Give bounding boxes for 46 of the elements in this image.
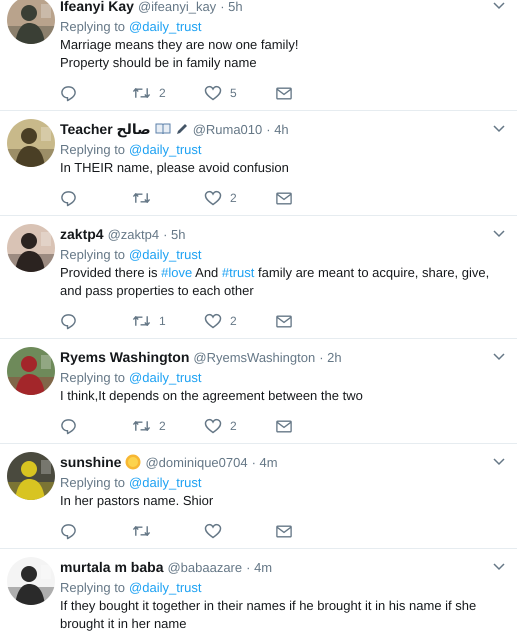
tweet-text: In her pastors name. Shior bbox=[60, 492, 214, 510]
user-name[interactable]: Ryems Washington bbox=[60, 349, 190, 365]
mention-link[interactable]: @daily_trust bbox=[129, 474, 202, 490]
tweet-text: Property should be in family name bbox=[60, 54, 258, 72]
hashtag-link[interactable]: #love bbox=[161, 265, 192, 280]
mention-link[interactable]: @daily_trust bbox=[129, 18, 202, 34]
user-name[interactable]: zaktp4 bbox=[60, 226, 104, 242]
like-count: 2 bbox=[230, 314, 237, 328]
retweet-count: 2 bbox=[159, 419, 166, 433]
mention-link[interactable]: @daily_trust bbox=[129, 370, 202, 384]
mention-link[interactable]: @daily_trust bbox=[129, 142, 202, 156]
replying-label: Replying to bbox=[60, 246, 126, 262]
replying-label: Replying to bbox=[60, 370, 126, 384]
timestamp[interactable]: · 4h bbox=[266, 122, 289, 136]
retweet-count: 1 bbox=[159, 314, 166, 328]
mention-link[interactable]: @daily_trust bbox=[129, 580, 202, 594]
user-name[interactable]: sunshine bbox=[60, 454, 122, 470]
user-name[interactable]: murtala m baba bbox=[60, 559, 164, 575]
like-count: 2 bbox=[230, 191, 237, 205]
replying-label: Replying to bbox=[60, 142, 126, 156]
like-count: 2 bbox=[230, 419, 237, 433]
timestamp[interactable]: · 5h bbox=[163, 226, 186, 242]
user-handle[interactable]: @dominique0704 bbox=[145, 454, 248, 470]
user-handle[interactable]: @babaazare bbox=[167, 560, 242, 574]
user-handle[interactable]: @RyemsWashington bbox=[193, 350, 316, 364]
mention-link[interactable]: @daily_trust bbox=[129, 246, 202, 262]
user-handle[interactable]: @Ruma010 bbox=[192, 122, 262, 136]
hashtag-link[interactable]: #trust bbox=[222, 265, 254, 280]
tweet-text: If they bought it together in their names if he brought it in his name if she brought it in her name bbox=[60, 597, 478, 633]
timestamp[interactable]: · 2h bbox=[319, 350, 342, 364]
like-count: 5 bbox=[230, 86, 237, 100]
tweet-text: I think,It depends on the agreement between the two bbox=[60, 387, 364, 405]
replying-label: Replying to bbox=[60, 474, 126, 490]
timestamp[interactable]: · 4m bbox=[252, 454, 278, 470]
timestamp[interactable]: · 5h bbox=[220, 0, 243, 14]
replying-label: Replying to bbox=[60, 18, 126, 34]
timestamp[interactable]: · 4m bbox=[246, 560, 272, 574]
tweet-text: Marriage means they are now one family! bbox=[60, 36, 300, 54]
retweet-count: 2 bbox=[159, 86, 166, 100]
tweet-text: In THEIR name, please avoid confusion bbox=[60, 159, 290, 177]
user-handle[interactable]: @zaktp4 bbox=[108, 226, 160, 242]
user-name[interactable]: Teacher صالح bbox=[60, 120, 151, 138]
replying-label: Replying to bbox=[60, 580, 126, 594]
user-handle[interactable]: @ifeanyi_kay bbox=[138, 0, 216, 14]
tweet-text: Provided there is #love And #trust family are meant to acquire, share, give, and pass properties to each other bbox=[60, 264, 490, 300]
user-name[interactable]: Ifeanyi Kay bbox=[60, 0, 134, 14]
